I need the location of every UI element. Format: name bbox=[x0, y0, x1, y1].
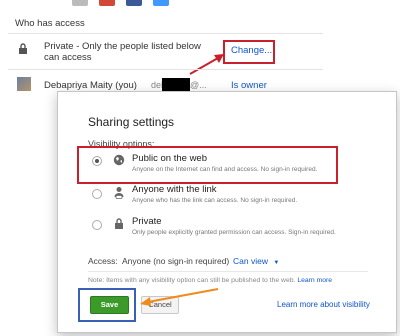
option-desc: Anyone who has the link can access. No s… bbox=[132, 197, 298, 204]
owner-name: Debapriya Maity (you) bbox=[44, 80, 137, 91]
divider bbox=[8, 33, 323, 34]
chevron-down-icon: ▼ bbox=[273, 260, 280, 266]
access-dropdown[interactable]: Can view ▼ bbox=[233, 256, 279, 266]
redacted-email bbox=[162, 78, 190, 91]
note-text: Note: Items with any visibility option c… bbox=[88, 277, 332, 284]
lock-icon bbox=[19, 43, 27, 54]
lock-icon bbox=[115, 218, 123, 229]
change-arrow bbox=[189, 54, 224, 75]
owner-email-suffix: @... bbox=[190, 80, 207, 90]
google-plus-share-icon[interactable] bbox=[99, 0, 115, 6]
owner-role: Is owner bbox=[231, 80, 267, 91]
save-arrow bbox=[140, 288, 219, 306]
public-highlight-box bbox=[77, 146, 338, 184]
save-highlight-box bbox=[78, 288, 136, 322]
divider bbox=[88, 271, 368, 272]
facebook-share-icon[interactable] bbox=[126, 0, 142, 6]
access-value: Can view bbox=[233, 256, 268, 266]
radio-anyone-with-link[interactable] bbox=[92, 189, 102, 199]
divider bbox=[8, 69, 323, 70]
note: Note: Items with any visibility option c… bbox=[88, 277, 296, 284]
avatar bbox=[17, 77, 31, 91]
note-learn-more-link[interactable]: Learn more bbox=[297, 277, 332, 284]
option-desc: Only people explicitly granted permissio… bbox=[132, 229, 336, 236]
privacy-description: Private - Only the people listed below c… bbox=[44, 41, 201, 63]
option-title: Anyone with the link bbox=[132, 184, 217, 195]
who-has-access-title: Who has access bbox=[15, 18, 85, 29]
access-label: Access: Anyone (no sign-in required) bbox=[88, 256, 230, 266]
learn-more-visibility-link[interactable]: Learn more about visibility bbox=[277, 300, 370, 309]
radio-private[interactable] bbox=[92, 220, 102, 230]
dialog-title: Sharing settings bbox=[88, 115, 175, 129]
email-share-icon[interactable] bbox=[72, 0, 88, 6]
option-title: Private bbox=[132, 216, 162, 227]
change-highlight-box bbox=[223, 40, 275, 64]
person-link-icon bbox=[114, 187, 124, 199]
twitter-share-icon[interactable] bbox=[153, 0, 169, 6]
